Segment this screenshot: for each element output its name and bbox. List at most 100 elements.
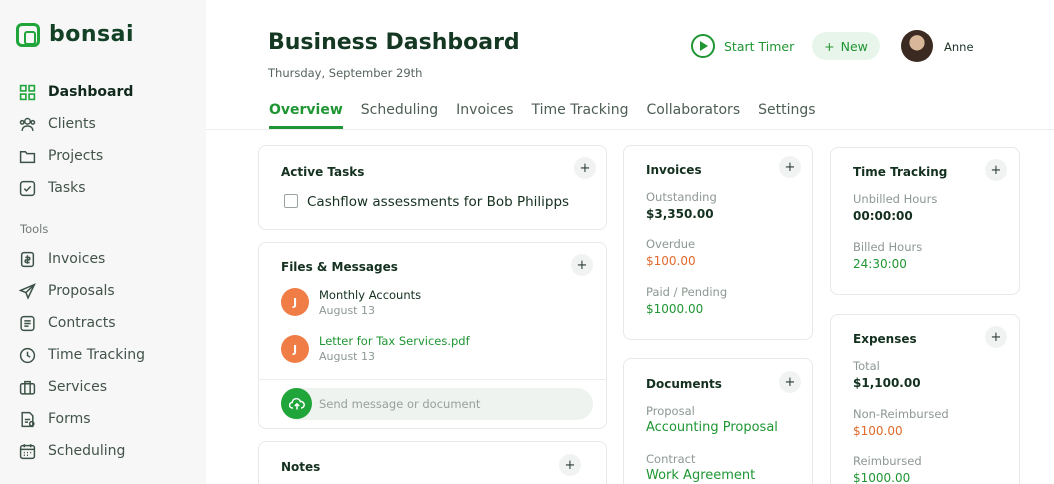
documents-card: Documents + Proposal Accounting Proposal… [623, 358, 813, 484]
sidebar-item-invoices[interactable]: Invoices [19, 243, 145, 275]
page-date: Thursday, September 29th [268, 66, 423, 80]
tab-bar: Overview Scheduling Invoices Time Tracki… [269, 102, 816, 129]
sidebar-item-dashboard[interactable]: Dashboard [19, 76, 133, 108]
add-task-button[interactable]: + [574, 157, 596, 179]
file-link[interactable]: Letter for Tax Services.pdf [319, 334, 470, 348]
divider [259, 379, 607, 380]
contract-link[interactable]: Work Agreement [646, 468, 755, 483]
unbilled-hours-value: 00:00:00 [853, 209, 913, 223]
proposal-label: Proposal [646, 404, 695, 418]
sidebar-item-time-tracking[interactable]: Time Tracking [19, 339, 145, 371]
tab-overview[interactable]: Overview [269, 102, 343, 129]
tab-collaborators[interactable]: Collaborators [647, 102, 741, 129]
invoices-card: Invoices + Outstanding $3,350.00 Overdue… [623, 145, 813, 340]
user-name[interactable]: Anne [944, 40, 974, 54]
reimbursed-label: Reimbursed [853, 454, 922, 468]
add-expense-button[interactable]: + [985, 326, 1007, 348]
sidebar-item-label: Tasks [48, 180, 86, 196]
sidebar-item-tasks[interactable]: Tasks [19, 172, 133, 204]
overdue-value: $100.00 [646, 254, 696, 268]
start-timer-button[interactable]: Start Timer [691, 34, 794, 58]
sender-avatar: J [281, 288, 309, 316]
tab-time-tracking[interactable]: Time Tracking [532, 102, 629, 129]
add-file-button[interactable]: + [571, 254, 593, 276]
start-timer-label: Start Timer [724, 38, 795, 54]
card-title: Active Tasks [281, 165, 365, 179]
logo-text: bonsai [49, 22, 135, 47]
page-title: Business Dashboard [268, 30, 520, 55]
sidebar: bonsai Dashboard Clients Projects Tasks [0, 0, 206, 484]
play-icon [691, 34, 715, 58]
sidebar-item-clients[interactable]: Clients [19, 108, 133, 140]
card-title: Expenses [853, 332, 917, 346]
overdue-label: Overdue [646, 237, 696, 251]
new-button[interactable]: + New [812, 32, 880, 60]
non-reimbursed-label: Non-Reimbursed [853, 407, 949, 421]
sidebar-item-proposals[interactable]: Proposals [19, 275, 145, 307]
paid-pending-value: $1000.00 [646, 302, 704, 316]
sidebar-item-scheduling[interactable]: Scheduling [19, 435, 145, 467]
message-title[interactable]: Monthly Accounts [319, 288, 421, 302]
expenses-card: Expenses + Total $1,100.00 Non-Reimburse… [830, 314, 1020, 484]
active-tasks-card: Active Tasks + Cashflow assessments for … [258, 145, 607, 230]
contract-label: Contract [646, 452, 696, 466]
card-title: Documents [646, 377, 722, 391]
add-note-button[interactable]: + [559, 454, 581, 476]
sidebar-item-contracts[interactable]: Contracts [19, 307, 145, 339]
upload-cloud-icon[interactable] [281, 388, 312, 419]
add-time-button[interactable]: + [985, 159, 1007, 181]
sidebar-item-label: Contracts [48, 315, 116, 331]
card-title: Files & Messages [281, 260, 398, 274]
sidebar-item-label: Invoices [48, 251, 106, 267]
tools-nav: Invoices Proposals Contracts Time Tracki… [19, 243, 145, 467]
reimbursed-value: $1000.00 [853, 471, 911, 484]
proposal-link[interactable]: Accounting Proposal [646, 420, 778, 435]
tabs-divider [206, 129, 1054, 130]
total-label: Total [853, 359, 880, 373]
tab-invoices[interactable]: Invoices [456, 102, 513, 129]
grid-icon [19, 84, 36, 101]
invoice-icon [19, 251, 36, 268]
users-icon [19, 116, 36, 133]
sidebar-item-label: Dashboard [48, 84, 134, 100]
sidebar-item-label: Projects [48, 148, 104, 164]
non-reimbursed-value: $100.00 [853, 424, 903, 438]
send-icon [19, 282, 36, 300]
total-value: $1,100.00 [853, 376, 921, 390]
new-button-label: New [840, 38, 868, 54]
sidebar-item-label: Forms [48, 411, 91, 427]
card-title: Invoices [646, 163, 702, 177]
sidebar-item-services[interactable]: Services [19, 371, 145, 403]
outstanding-label: Outstanding [646, 190, 717, 204]
time-tracking-card: Time Tracking + Unbilled Hours 00:00:00 … [830, 147, 1020, 295]
sender-avatar: J [281, 335, 309, 363]
card-title: Notes [281, 460, 321, 474]
sidebar-item-forms[interactable]: Forms [19, 403, 145, 435]
sidebar-item-projects[interactable]: Projects [19, 140, 133, 172]
plus-icon: + [824, 38, 835, 54]
unbilled-hours-label: Unbilled Hours [853, 192, 938, 206]
folder-icon [19, 148, 36, 165]
task-item[interactable]: Cashflow assessments for Bob Philipps [307, 194, 569, 210]
calendar-icon [19, 443, 36, 460]
tab-scheduling[interactable]: Scheduling [361, 102, 438, 129]
notes-card: Notes + [258, 441, 607, 484]
add-invoice-button[interactable]: + [779, 156, 801, 178]
sidebar-item-label: Time Tracking [48, 347, 145, 363]
tab-settings[interactable]: Settings [758, 102, 815, 129]
logo[interactable]: bonsai [16, 22, 134, 47]
briefcase-icon [19, 379, 36, 396]
task-checkbox[interactable] [284, 194, 298, 208]
form-icon [19, 411, 36, 428]
sidebar-item-label: Scheduling [48, 443, 126, 459]
add-document-button[interactable]: + [779, 371, 801, 393]
bonsai-logo-icon [16, 22, 40, 47]
message-date: August 13 [319, 350, 375, 363]
paid-pending-label: Paid / Pending [646, 285, 728, 299]
avatar[interactable] [901, 30, 933, 62]
document-icon [19, 315, 36, 332]
tools-section-label: Tools [20, 222, 49, 236]
billed-hours-value: 24:30:00 [853, 257, 907, 271]
outstanding-value: $3,350.00 [646, 207, 714, 221]
files-messages-card: Files & Messages + J Monthly Accounts Au… [258, 242, 607, 429]
